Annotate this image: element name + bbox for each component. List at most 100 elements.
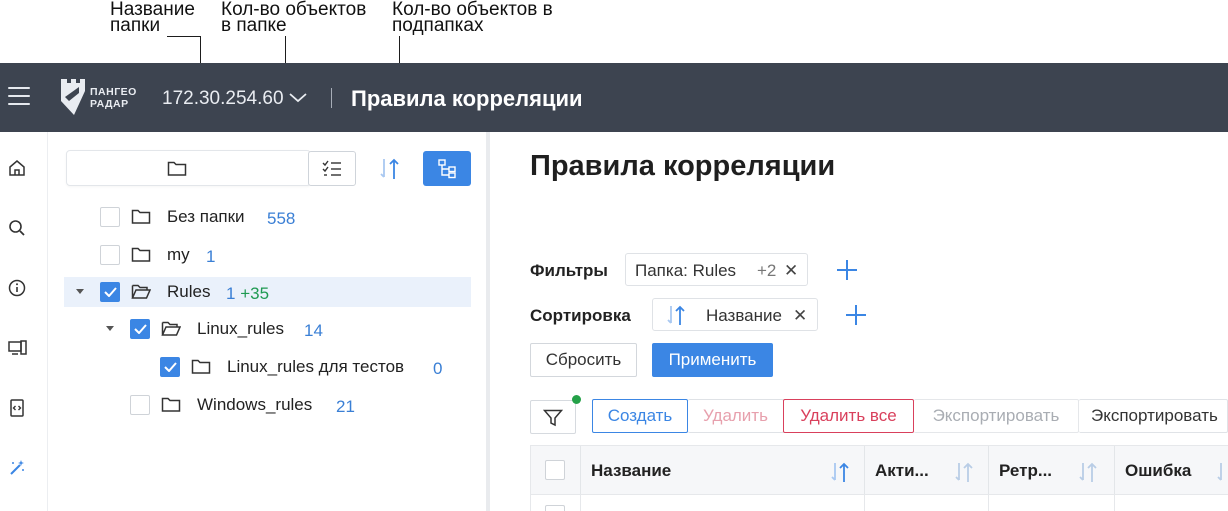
tree-item-label: Linux_rules (197, 319, 284, 338)
delete-button[interactable]: Удалить (688, 399, 784, 433)
tree-item-label: Windows_rules (197, 395, 313, 414)
tree-item-count: 1 (206, 247, 216, 266)
column-title: Акти... (875, 461, 929, 480)
logo-text: ПАНГЕО РАДАР (90, 86, 137, 110)
add-sort-button[interactable] (845, 304, 867, 326)
select-all-button[interactable] (308, 151, 356, 186)
folder-count: 1 (226, 284, 236, 303)
tree-item-label: Rules (167, 282, 211, 301)
folder-open-icon (161, 321, 181, 336)
close-icon[interactable]: ✕ (784, 261, 798, 281)
app-header: ПАНГЕО РАДАР 172.30.254.60 Правила корре… (0, 63, 1228, 132)
tree-item-my[interactable]: my 1 (64, 240, 471, 270)
tree-item-count: 0 (433, 359, 443, 378)
panel-resize-handle[interactable] (486, 132, 490, 511)
select-all-checkbox[interactable] (545, 460, 565, 480)
column-header-active[interactable]: Акти... (865, 446, 989, 494)
sort-chip-name[interactable]: Название ✕ (652, 298, 818, 331)
column-header-retro[interactable]: Ретр... (989, 446, 1115, 494)
filters-label: Фильтры (530, 261, 608, 280)
tree-item-checkbox[interactable] (130, 319, 150, 339)
sort-icon[interactable] (829, 461, 853, 483)
chevron-down-icon[interactable] (289, 93, 307, 103)
home-icon[interactable] (7, 158, 27, 178)
folder-open-icon (131, 284, 151, 299)
menu-icon[interactable] (8, 87, 30, 107)
tree-item-checkbox[interactable] (100, 245, 120, 265)
checklist-icon (322, 160, 341, 176)
search-icon[interactable] (7, 218, 27, 238)
apply-button[interactable]: Применить (652, 343, 773, 377)
sort-icon[interactable] (378, 157, 404, 181)
column-header-name[interactable]: Название (581, 446, 865, 494)
callout-folder-name: Название папки (110, 0, 195, 36)
sort-chip-text: Название (706, 306, 782, 325)
add-filter-button[interactable] (836, 259, 858, 281)
header-divider (331, 88, 332, 108)
sort-icon[interactable] (1215, 461, 1228, 483)
nav-rail (0, 132, 48, 511)
active-filter-indicator (572, 395, 581, 404)
filter-toggle-button[interactable] (530, 400, 576, 434)
funnel-icon (543, 409, 563, 427)
code-file-icon[interactable] (7, 398, 27, 418)
sort-icon (667, 305, 685, 325)
checkmark-icon (164, 362, 177, 372)
delete-all-button[interactable]: Удалить все (783, 399, 914, 433)
tree-item-checkbox[interactable] (100, 207, 120, 227)
row-checkbox[interactable] (545, 505, 565, 511)
tree-item-no-folder[interactable]: Без папки 558 (64, 202, 471, 232)
tree-item-checkbox[interactable] (160, 357, 180, 377)
sort-icon[interactable] (953, 461, 977, 483)
filter-chip-folder[interactable]: Папка: Rules +2 ✕ (625, 253, 808, 286)
expand-caret-icon[interactable] (106, 326, 114, 331)
expand-caret-icon[interactable] (76, 289, 84, 294)
close-icon[interactable]: ✕ (793, 306, 807, 326)
page-title: Правила корреляции (530, 150, 836, 182)
column-header-error[interactable]: Ошибка (1115, 446, 1228, 494)
host-selector[interactable]: 172.30.254.60 (162, 88, 284, 110)
callout-objects-in-subfolders: Кол-во объектов в подпапках (392, 0, 553, 36)
logo-shield-icon (61, 79, 85, 115)
filter-chip-text: Папка: Rules (635, 261, 737, 280)
folder-icon (191, 359, 211, 374)
table-cell (531, 495, 581, 511)
column-title: Название (591, 461, 672, 480)
table-row[interactable] (530, 495, 1228, 511)
tree-item-count: 1 +35 (226, 284, 269, 304)
magic-wand-icon[interactable] (7, 458, 27, 478)
folder-icon (161, 397, 181, 412)
tree-item-checkbox[interactable] (100, 282, 120, 302)
column-title: Ошибка (1125, 461, 1192, 480)
tree-item-linux-rules-tests[interactable]: Linux_rules для тестов 0 (64, 352, 471, 382)
export-all-button[interactable]: Экспортировать (1079, 399, 1228, 433)
brand-logo: ПАНГЕО РАДАР (58, 75, 148, 119)
tree-item-label: my (167, 245, 190, 264)
tree-item-count: 558 (267, 209, 296, 228)
tree-item-linux-rules[interactable]: Linux_rules 14 (64, 314, 471, 344)
sort-icon[interactable] (1077, 461, 1101, 483)
tree-view-button[interactable] (423, 151, 471, 186)
export-selected-button[interactable]: Экспортировать (914, 399, 1079, 433)
create-button[interactable]: Создать (592, 399, 688, 433)
leader-line (167, 36, 200, 37)
tree-item-checkbox[interactable] (130, 395, 150, 415)
filter-chip-extra: +2 (757, 261, 777, 280)
tree-item-rules[interactable]: Rules 1 +35 (64, 277, 471, 307)
info-icon[interactable] (7, 278, 27, 298)
rules-table-header: Название Акти... Ретр... Ошибка (530, 445, 1228, 495)
reset-button[interactable]: Сбросить (530, 343, 637, 377)
tree-item-windows-rules[interactable]: Windows_rules 21 (64, 390, 471, 420)
subfolder-count: +35 (240, 284, 270, 303)
table-cell (989, 495, 1115, 511)
callout-objects-in-folder: Кол-во объектов в папке (221, 0, 367, 36)
table-cell (865, 495, 989, 511)
sort-label: Сортировка (530, 306, 631, 325)
checkmark-icon (104, 287, 117, 297)
tree-item-count: 14 (304, 321, 323, 340)
header-title: Правила корреляции (351, 86, 583, 111)
devices-icon[interactable] (7, 338, 27, 358)
column-title: Ретр... (999, 461, 1053, 480)
folder-search-field[interactable] (66, 150, 311, 186)
folder-icon (167, 161, 187, 176)
